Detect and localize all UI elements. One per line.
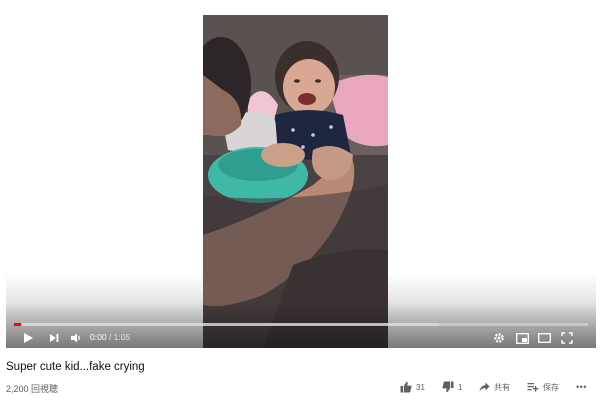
video-title: Super cute kid...fake crying	[6, 361, 145, 373]
video-frame[interactable]	[203, 15, 388, 348]
time-separator: /	[108, 332, 112, 342]
thumbs-down-icon	[442, 381, 454, 393]
share-icon	[479, 382, 490, 392]
time-display: 0:00 / 1:05	[90, 332, 130, 342]
current-time: 0:00	[90, 332, 107, 342]
volume-button[interactable]	[66, 328, 86, 348]
duration: 1:05	[113, 332, 131, 342]
fullscreen-icon	[561, 332, 573, 344]
save-button[interactable]: 保存	[527, 382, 559, 393]
settings-icon	[494, 333, 504, 343]
more-group: •••	[576, 378, 587, 396]
share-button[interactable]: 共有	[479, 382, 510, 393]
playlist-add-icon	[527, 383, 539, 392]
settings-button[interactable]	[490, 328, 508, 348]
dislike-button[interactable]: 1	[442, 381, 462, 393]
thumbs-up-icon	[400, 381, 412, 393]
dislike-group: 1	[442, 378, 462, 396]
next-icon	[50, 334, 59, 342]
player-letterbox-left	[6, 10, 203, 348]
video-thumbnail-image	[203, 15, 388, 348]
volume-icon	[71, 333, 80, 343]
progress-loaded	[14, 323, 439, 326]
video-player[interactable]: 0:00 / 1:05	[6, 10, 596, 348]
player-letterbox-right	[388, 10, 596, 348]
miniplayer-button[interactable]	[513, 328, 531, 348]
progress-played	[14, 323, 21, 326]
play-button[interactable]	[18, 328, 38, 348]
play-icon	[24, 333, 33, 343]
miniplayer-icon	[515, 332, 529, 344]
dislike-count: 1	[458, 382, 463, 392]
share-label: 共有	[494, 382, 510, 392]
like-count: 31	[416, 382, 425, 392]
more-actions-icon: •••	[576, 382, 587, 392]
like-button[interactable]: 31	[400, 381, 425, 393]
next-button[interactable]	[44, 328, 64, 348]
save-label: 保存	[543, 382, 559, 392]
more-actions-button[interactable]: •••	[576, 382, 587, 392]
view-count: 2,200 回視聴	[6, 384, 59, 394]
save-group: 保存	[527, 378, 559, 396]
theater-icon	[537, 333, 551, 343]
share-group: 共有	[479, 378, 510, 396]
fullscreen-button[interactable]	[558, 328, 576, 348]
theater-button[interactable]	[535, 328, 553, 348]
action-bar: 31	[400, 378, 425, 396]
progress-bar[interactable]	[14, 323, 588, 326]
